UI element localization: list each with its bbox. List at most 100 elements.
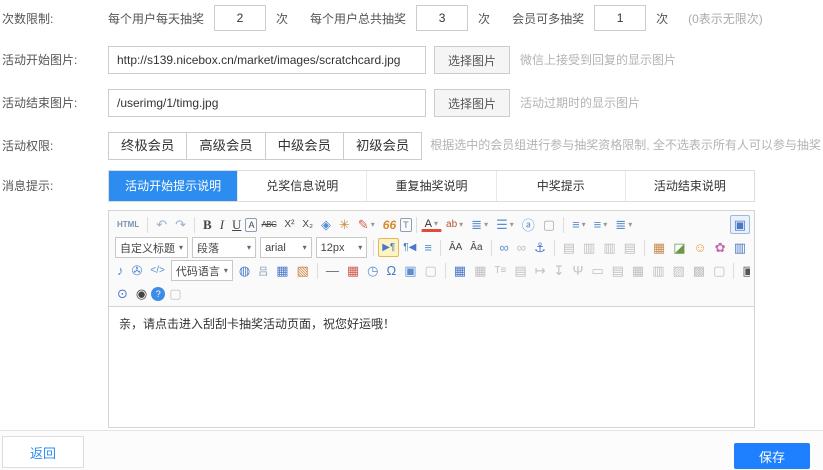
page-break-icon[interactable]: ▦ — [272, 261, 292, 280]
font-size-select[interactable]: 12px▾ — [316, 237, 368, 258]
message-tab-1[interactable]: 兑奖信息说明 — [237, 171, 366, 201]
attachment-icon[interactable]: ✇ — [128, 261, 147, 280]
limit-row: 次数限制: 每个用户每天抽奖 次 每个用户总共抽奖 次 会员可多抽奖 次 (0表… — [0, 3, 823, 31]
image-left-float-icon: ▥ — [579, 238, 599, 257]
preview-icon[interactable]: ⊙ — [113, 284, 132, 303]
member-extra-input[interactable] — [594, 5, 646, 31]
horizontal-rule-icon[interactable]: — — [322, 261, 343, 280]
insert-video-icon[interactable]: ▥ — [730, 238, 750, 257]
underline-icon[interactable]: U — [228, 215, 245, 234]
insert-code-icon[interactable]: </> — [146, 261, 168, 280]
code-language-select[interactable]: 代码语言▾ — [171, 260, 233, 281]
paragraph-spacing-icon[interactable]: ≡▾ — [590, 215, 612, 234]
screenshot-icon[interactable]: ▣ — [400, 261, 420, 280]
special-chars-icon[interactable]: Ω — [382, 261, 400, 280]
anchor-icon[interactable]: ⚓ — [530, 238, 550, 257]
time-icon[interactable]: ◷ — [363, 261, 382, 280]
per-day-label: 每个用户每天抽奖 — [108, 10, 204, 27]
end-image-hint: 活动过期时的显示图片 — [520, 89, 640, 117]
message-tab-3[interactable]: 中奖提示 — [496, 171, 625, 201]
undo-icon[interactable]: ↶ — [152, 215, 171, 234]
emotion-icon[interactable]: ☺ — [690, 238, 711, 257]
split-col-icon: ▨ — [669, 261, 689, 280]
image-manager-icon[interactable]: ◪ — [669, 238, 689, 257]
bold-icon[interactable]: B — [199, 215, 216, 234]
toolbar-separator — [733, 263, 734, 279]
redo-icon[interactable]: ↷ — [171, 215, 190, 234]
paragraph-select[interactable]: 段落▾ — [192, 237, 256, 258]
anchor-inline-icon[interactable]: ⓐ — [518, 215, 539, 234]
font-color-icon[interactable]: A▾ — [421, 217, 442, 232]
message-tab-0[interactable]: 活动开始提示说明 — [109, 171, 237, 201]
message-label: 消息提示: — [0, 170, 108, 194]
message-tabs: 活动开始提示说明兑奖信息说明重复抽奖说明中奖提示活动结束说明 — [108, 170, 755, 202]
new-doc-icon[interactable]: ▢ — [539, 215, 559, 234]
iframe-icon[interactable]: 吕 — [254, 261, 272, 280]
indent-icon[interactable]: ≡▾ — [568, 215, 590, 234]
uppercase-icon[interactable]: ÂA — [445, 238, 466, 257]
map-icon[interactable]: ◍ — [235, 261, 254, 280]
message-tab-4[interactable]: 活动结束说明 — [625, 171, 754, 201]
link-icon[interactable]: ∞ — [496, 238, 513, 257]
paragraph-head-icon[interactable]: ≡ — [420, 238, 436, 257]
italic-icon[interactable]: I — [216, 215, 228, 234]
find-replace-icon[interactable]: ◉ — [132, 284, 151, 303]
select-end-image-button[interactable]: 选择图片 — [434, 89, 510, 117]
html-source-icon[interactable]: HTML — [113, 215, 143, 234]
line-height-icon[interactable]: ≣▾ — [611, 215, 636, 234]
member-extra-unit: 次 — [656, 10, 668, 27]
print-icon[interactable]: ▣ — [738, 261, 750, 280]
permission-hint: 根据选中的会员组进行参与抽奖资格限制, 全不选表示所有人可以参与抽奖 — [430, 130, 821, 160]
per-day-input[interactable] — [214, 5, 266, 31]
superscript-icon[interactable]: X² — [280, 215, 298, 234]
remove-format-icon[interactable]: ✳ — [335, 215, 354, 234]
member-group-buttons: 终极会员高级会员中级会员初级会员 — [108, 130, 422, 160]
lowercase-icon[interactable]: Âa — [466, 238, 486, 257]
blockquote-icon[interactable]: 66 — [379, 215, 400, 234]
custom-title-select[interactable]: 自定义标题▾ — [115, 237, 188, 258]
table-title-row-icon: ▤ — [510, 261, 530, 280]
select-start-image-button[interactable]: 选择图片 — [434, 46, 510, 74]
message-tab-2[interactable]: 重复抽奖说明 — [366, 171, 495, 201]
subscript-icon[interactable]: X₂ — [298, 215, 317, 234]
per-day-unit: 次 — [276, 10, 288, 27]
limit-label: 次数限制: — [0, 3, 108, 27]
toolbar-separator — [563, 217, 564, 233]
editor-content[interactable]: 亲，请点击进入刮刮卡抽奖活动页面，祝您好运哦！ — [109, 307, 754, 427]
save-button[interactable]: 保存 — [734, 443, 810, 469]
insert-image-icon[interactable]: ▦ — [649, 238, 669, 257]
paste-as-text-icon[interactable]: T — [400, 218, 412, 232]
ordered-list-icon[interactable]: ≣▾ — [467, 215, 492, 234]
fullscreen-icon[interactable]: ▣ — [730, 215, 750, 234]
table-caption-icon: T≡ — [490, 261, 510, 280]
unordered-list-icon[interactable]: ☰▾ — [492, 215, 518, 234]
rtl-icon[interactable]: ¶◀ — [399, 238, 420, 257]
start-image-label: 活动开始图片: — [0, 44, 108, 68]
insert-row-icon: ↦ — [531, 261, 550, 280]
end-image-input[interactable] — [108, 89, 426, 117]
start-image-input[interactable] — [108, 46, 426, 74]
member-group-button-0[interactable]: 终极会员 — [108, 132, 187, 160]
help-icon[interactable]: ? — [151, 287, 165, 301]
member-group-button-1[interactable]: 高级会员 — [186, 132, 265, 160]
font-family-select[interactable]: arial▾ — [260, 237, 312, 258]
music-icon[interactable]: ♪ — [113, 261, 128, 280]
eraser-icon[interactable]: ◈ — [317, 215, 335, 234]
template-icon[interactable]: ▧ — [293, 261, 313, 280]
back-button[interactable]: 返回 — [2, 436, 84, 468]
merge-cells-icon: Ψ — [568, 261, 587, 280]
permission-label: 活动权限: — [0, 130, 108, 154]
member-group-button-3[interactable]: 初级会员 — [343, 132, 422, 160]
strikethrough-icon[interactable]: ABC — [257, 215, 280, 234]
member-group-button-2[interactable]: 中级会员 — [265, 132, 344, 160]
rich-text-editor: HTML↶↷BIUAABCX²X₂◈✳✎▾66TA▾ab▾≣▾☰▾ⓐ▢≡▾≡▾≣… — [108, 210, 755, 428]
scrawl-icon[interactable]: ✿ — [711, 238, 730, 257]
total-input[interactable] — [416, 5, 468, 31]
date-icon[interactable]: ▦ — [343, 261, 363, 280]
ltr-icon[interactable]: ▶¶ — [378, 238, 399, 257]
char-border-icon[interactable]: A — [245, 218, 257, 232]
format-brush-icon[interactable]: ✎▾ — [354, 215, 379, 234]
insert-table-icon[interactable]: ▦ — [450, 261, 470, 280]
table-sort-icon: ▩ — [689, 261, 709, 280]
highlight-color-icon[interactable]: ab▾ — [442, 215, 467, 234]
